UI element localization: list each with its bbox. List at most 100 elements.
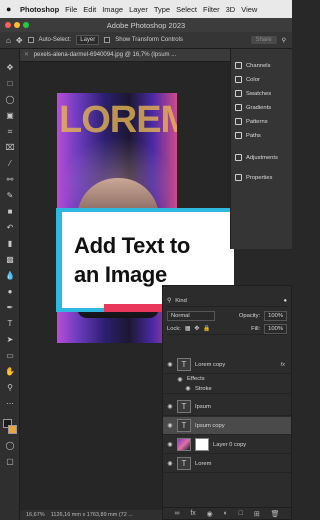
menu-image[interactable]: Image bbox=[102, 5, 123, 14]
lock-move-icon[interactable]: ✥ bbox=[194, 326, 199, 332]
hand-tool-icon[interactable]: ✋ bbox=[4, 367, 16, 377]
crop-tool-icon[interactable]: ⌗ bbox=[4, 127, 16, 137]
move-tool-icon[interactable]: ✥ bbox=[4, 63, 16, 73]
eye-icon[interactable]: ◉ bbox=[163, 460, 177, 467]
layer-row[interactable]: ◉ T Ipsum bbox=[163, 398, 291, 416]
layer-effects-row[interactable]: ◉ Effects bbox=[163, 374, 291, 384]
text-layer-icon: T bbox=[177, 419, 191, 432]
layer-row[interactable]: ◉ T Lorem bbox=[163, 455, 291, 473]
object-select-tool-icon[interactable]: ▣ bbox=[4, 111, 16, 121]
close-tab-icon[interactable]: ✕ bbox=[24, 52, 29, 58]
effects-label: Effects bbox=[187, 376, 205, 382]
minimize-window-button[interactable] bbox=[14, 22, 20, 28]
lock-label: Lock: bbox=[167, 326, 181, 332]
eye-icon[interactable]: ◉ bbox=[163, 403, 177, 410]
add-mask-icon[interactable]: ◉ bbox=[207, 510, 213, 518]
panel-gradients[interactable]: Gradients bbox=[235, 101, 293, 114]
zoom-window-button[interactable] bbox=[23, 22, 29, 28]
link-layers-icon[interactable]: ∞ bbox=[174, 510, 179, 517]
home-icon[interactable]: ⌂ bbox=[6, 36, 11, 45]
pen-tool-icon[interactable]: ✒ bbox=[4, 303, 16, 313]
panel-properties[interactable]: Properties bbox=[235, 171, 293, 184]
window-controls bbox=[5, 22, 29, 28]
layer-name: Ipsum copy bbox=[195, 422, 225, 429]
blend-mode-dropdown[interactable]: Normal bbox=[167, 310, 215, 321]
lorem-text-layer[interactable]: LOREM bbox=[59, 99, 177, 142]
channels-icon bbox=[235, 62, 242, 69]
panel-swatches[interactable]: Swatches bbox=[235, 87, 293, 100]
screen-mode-icon[interactable]: ▢ bbox=[4, 457, 16, 467]
search-icon[interactable]: ⚲ bbox=[282, 37, 286, 44]
quick-mask-icon[interactable]: ◯ bbox=[4, 441, 16, 451]
panel-adjustments[interactable]: Adjustments bbox=[235, 151, 293, 164]
menu-layer[interactable]: Layer bbox=[129, 5, 148, 14]
background-color-swatch[interactable] bbox=[8, 425, 17, 434]
eraser-tool-icon[interactable]: ▮ bbox=[4, 239, 16, 249]
zoom-readout[interactable]: 16,67% bbox=[26, 512, 45, 518]
auto-select-dropdown[interactable]: Layer bbox=[76, 35, 100, 45]
opacity-label: Opacity: bbox=[238, 312, 261, 319]
path-select-tool-icon[interactable]: ➤ bbox=[4, 335, 16, 345]
menu-filter[interactable]: Filter bbox=[203, 5, 220, 14]
document-tab[interactable]: ✕ pexels-alena-darmel-6940094.jpg @ 16,7… bbox=[20, 49, 230, 62]
panel-channels[interactable]: Channels bbox=[235, 59, 293, 72]
opacity-field[interactable]: 100% bbox=[264, 310, 287, 321]
stamp-tool-icon[interactable]: ■ bbox=[4, 207, 16, 217]
swatches-icon bbox=[235, 90, 242, 97]
panel-color[interactable]: Color bbox=[235, 73, 293, 86]
lock-all-icon[interactable]: 🔒 bbox=[203, 326, 210, 332]
menu-type[interactable]: Type bbox=[154, 5, 170, 14]
dodge-tool-icon[interactable]: ● bbox=[4, 287, 16, 297]
layer-name: Lorem bbox=[195, 460, 212, 467]
more-tools-icon[interactable]: ⋯ bbox=[4, 399, 16, 409]
fx-icon[interactable]: fx bbox=[190, 510, 195, 517]
eye-icon[interactable]: ◉ bbox=[163, 361, 177, 368]
layer-row[interactable]: ◉ Layer 0 copy bbox=[163, 436, 291, 454]
close-window-button[interactable] bbox=[5, 22, 11, 28]
fill-field[interactable]: 100% bbox=[264, 324, 287, 334]
share-button[interactable]: Share bbox=[250, 36, 277, 44]
fill-label: Fill: bbox=[251, 326, 261, 332]
panel-patterns[interactable]: Patterns bbox=[235, 115, 293, 128]
show-transform-checkbox[interactable] bbox=[104, 37, 111, 43]
panel-paths[interactable]: Paths bbox=[235, 129, 293, 142]
eye-icon[interactable]: ◉ bbox=[163, 422, 177, 429]
gradient-tool-icon[interactable]: ▩ bbox=[4, 255, 16, 265]
menu-file[interactable]: File bbox=[65, 5, 77, 14]
menu-view[interactable]: View bbox=[241, 5, 257, 14]
frame-tool-icon[interactable]: ⌧ bbox=[4, 143, 16, 153]
layer-stroke-row[interactable]: ◉ Stroke bbox=[163, 384, 291, 394]
rectangle-tool-icon[interactable]: ▭ bbox=[4, 351, 16, 361]
layer-kind-filter[interactable]: Kind bbox=[175, 298, 187, 304]
auto-select-label: Auto-Select: bbox=[38, 37, 72, 43]
layer-row-selected[interactable]: ◉ T Ipsum copy bbox=[163, 417, 291, 435]
adjustment-layer-icon[interactable]: ◐ bbox=[224, 510, 228, 517]
menu-3d[interactable]: 3D bbox=[226, 5, 236, 14]
eye-icon[interactable]: ◉ bbox=[163, 441, 177, 448]
healing-brush-tool-icon[interactable]: ⚯ bbox=[4, 175, 16, 185]
text-layer-icon: T bbox=[177, 457, 191, 470]
blur-tool-icon[interactable]: 💧 bbox=[4, 271, 16, 281]
brush-tool-icon[interactable]: ✎ bbox=[4, 191, 16, 201]
eye-icon[interactable]: ◉ bbox=[181, 385, 195, 392]
type-tool-icon[interactable]: T bbox=[4, 319, 16, 329]
apple-icon[interactable]: ● bbox=[6, 4, 14, 14]
eyedropper-tool-icon[interactable]: ⁄ bbox=[4, 159, 16, 169]
lock-pixels-icon[interactable]: ▦ bbox=[185, 326, 190, 332]
auto-select-checkbox[interactable] bbox=[27, 37, 34, 43]
zoom-tool-icon[interactable]: ⚲ bbox=[4, 383, 16, 393]
eye-icon[interactable]: ◉ bbox=[173, 376, 187, 383]
filter-toggle-icon[interactable]: ● bbox=[283, 298, 287, 304]
menu-edit[interactable]: Edit bbox=[83, 5, 96, 14]
menu-select[interactable]: Select bbox=[176, 5, 197, 14]
layer-row[interactable]: ◉ T Lorem copy fx bbox=[163, 356, 291, 374]
fx-badge[interactable]: fx bbox=[280, 362, 285, 368]
new-layer-icon[interactable]: ⊞ bbox=[254, 510, 260, 518]
move-tool-icon[interactable]: ✥ bbox=[16, 36, 23, 45]
app-menu[interactable]: Photoshop bbox=[20, 5, 59, 14]
history-brush-tool-icon[interactable]: ↶ bbox=[4, 223, 16, 233]
marquee-tool-icon[interactable]: □ bbox=[4, 79, 16, 89]
new-group-icon[interactable]: □ bbox=[239, 510, 243, 517]
lasso-tool-icon[interactable]: ◯ bbox=[4, 95, 16, 105]
trash-icon[interactable]: 🗑 bbox=[271, 510, 280, 518]
